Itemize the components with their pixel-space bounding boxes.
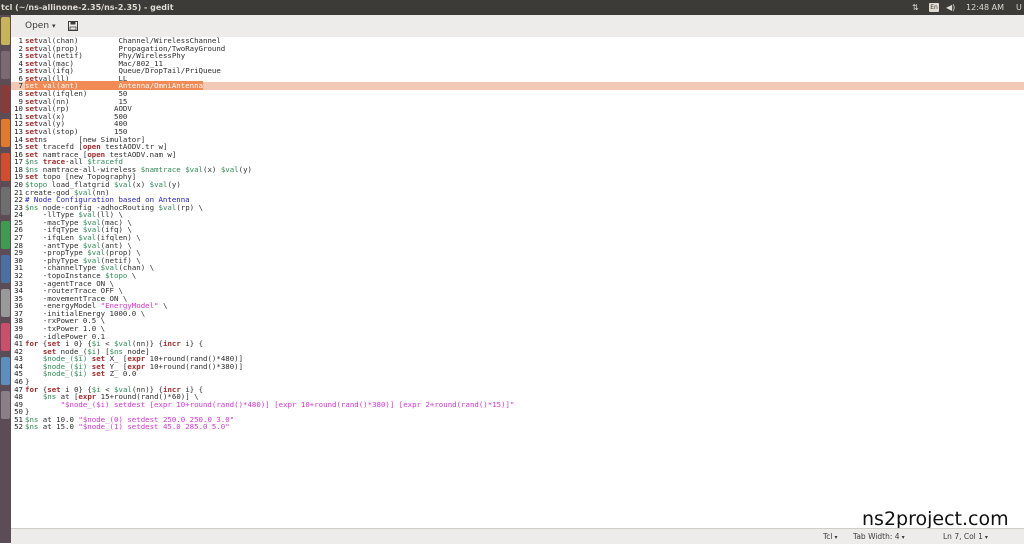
code-token: "$node_(1) setdest 45.0 285.0 5.0" <box>78 422 230 432</box>
launcher <box>0 15 11 543</box>
toolbar: Open ▾ <box>11 15 1024 38</box>
launcher-app-icon[interactable] <box>1 357 10 385</box>
chevron-down-icon: ▾ <box>901 534 905 541</box>
code-line[interactable]: 49 "$node_($i) setdest [expr 10+round(ra… <box>11 400 1024 409</box>
code-line[interactable]: 20 $topo load_flatgrid $val(x) $val(y) <box>11 181 1024 189</box>
code-line[interactable]: 12 setval(y) 400 <box>11 120 1024 128</box>
launcher-app-icon[interactable] <box>1 187 10 215</box>
code-line[interactable]: 30 -phyType $val(netif) \ <box>11 256 1024 265</box>
launcher-app-icon[interactable] <box>1 119 10 147</box>
launcher-app-icon[interactable] <box>1 323 10 351</box>
code-line[interactable]: 24 -llType $val(ll) \ <box>11 211 1024 219</box>
top-panel: tcl (~/ns-allinone-2.35/ns-2.35) - gedit… <box>0 0 1024 15</box>
launcher-app-icon[interactable] <box>1 17 10 45</box>
code-line[interactable]: 31 -channelType $val(chan) \ <box>11 264 1024 272</box>
user-indicator[interactable]: U <box>1016 0 1022 15</box>
open-button-label: Open <box>25 21 50 31</box>
keyboard-layout-indicator[interactable]: En <box>929 3 939 12</box>
volume-icon[interactable]: ◀) <box>946 0 955 15</box>
code-line[interactable]: 45 $node_($i) set Z_ 0.0 <box>11 370 1024 378</box>
code-line[interactable]: 11 setval(x) 500 <box>11 112 1024 121</box>
line-code: $ns at 15.0 "$node_(1) setdest 45.0 285.… <box>23 422 230 431</box>
code-line[interactable]: 29 -propType $val(prop) \ <box>11 249 1024 257</box>
code-line[interactable]: 41 for {set i 0} {$i < $val(nn)} {incr i}… <box>11 340 1024 348</box>
code-line[interactable]: 32 -topoInstance $topo \ <box>11 272 1024 280</box>
code-line[interactable]: 37 -initialEnergy 1000.0 \ <box>11 310 1024 318</box>
code-line[interactable]: 52 $ns at 15.0 "$node_(1) setdest 45.0 28… <box>11 423 1024 431</box>
clock[interactable]: 12:48 AM <box>966 0 1004 15</box>
code-line[interactable]: 5 setval(ifq) Queue/DropTail/PriQueue <box>11 67 1024 75</box>
line-number: 52 <box>14 422 23 432</box>
window-title: tcl (~/ns-allinone-2.35/ns-2.35) - gedit <box>1 3 174 12</box>
chevron-down-icon: ▾ <box>834 534 838 541</box>
launcher-app-icon[interactable] <box>1 255 10 283</box>
code-line[interactable]: 25 -macType $val(mac) \ <box>11 219 1024 227</box>
chevron-down-icon: ▾ <box>984 534 988 541</box>
launcher-app-icon[interactable] <box>1 391 10 419</box>
launcher-app-icon[interactable] <box>1 153 10 181</box>
open-button[interactable]: Open ▾ <box>19 19 62 33</box>
code-line[interactable]: 28 -antType $val(ant) \ <box>11 241 1024 250</box>
code-line[interactable]: 10 setval(rp) AODV <box>11 105 1024 113</box>
code-line[interactable]: 23 $ns node-config -adhocRouting $val(rp)… <box>11 203 1024 212</box>
text-editor[interactable]: 1 setval(chan) Channel/WirelessChannel 2 se… <box>11 37 1024 528</box>
code-line[interactable]: 16 set namtrace [open testAODV.nam w] <box>11 150 1024 159</box>
code-token: $ns <box>25 422 39 432</box>
code-lines: 1 setval(chan) Channel/WirelessChannel 2 se… <box>11 37 1024 431</box>
code-line[interactable]: 33 -agentTrace ON \ <box>11 279 1024 288</box>
cursor-position-label: Ln 7, Col 1 <box>943 532 983 541</box>
code-line[interactable]: 39 -txPower 1.0 \ <box>11 325 1024 333</box>
code-line[interactable]: 8 setval(ifqlen) 50 <box>11 90 1024 98</box>
network-icon[interactable]: ⇅ <box>912 0 919 15</box>
launcher-app-icon[interactable] <box>1 289 10 317</box>
language-label: Tcl <box>823 532 833 541</box>
code-line[interactable]: 44 $node_($i) set Y_ [expr 10+round(rand… <box>11 363 1024 371</box>
code-line[interactable]: 18 $ns namtrace-all-wireless $namtrace $v… <box>11 166 1024 174</box>
code-line[interactable]: 27 -ifqLen $val(ifqlen) \ <box>11 234 1024 242</box>
tab-width-label: Tab Width: 4 <box>853 532 900 541</box>
launcher-app-icon[interactable] <box>1 51 10 79</box>
code-line[interactable]: 36 -energyModel "EnergyModel" \ <box>11 302 1024 310</box>
code-token: at 15.0 <box>38 422 79 432</box>
status-bar: Tcl ▾ Tab Width: 4 ▾ Ln 7, Col 1 ▾ <box>11 528 1024 544</box>
chevron-down-icon: ▾ <box>52 22 56 30</box>
code-line[interactable]: 34 -routerTrace OFF \ <box>11 287 1024 295</box>
code-line[interactable]: 38 -rxPower 0.5 \ <box>11 317 1024 325</box>
launcher-app-icon[interactable] <box>1 221 10 249</box>
save-icon[interactable] <box>67 19 79 33</box>
code-line[interactable]: 13 setval(stop) 150 <box>11 128 1024 136</box>
launcher-app-icon[interactable] <box>1 85 10 113</box>
code-line[interactable]: 9 setval(nn) 15 <box>11 97 1024 106</box>
watermark: ns2project.com <box>862 508 1009 530</box>
code-line[interactable]: 26 -ifqType $val(ifq) \ <box>11 226 1024 234</box>
code-line[interactable]: 7 set val(ant) Antenna/OmniAntenna <box>11 81 1024 91</box>
